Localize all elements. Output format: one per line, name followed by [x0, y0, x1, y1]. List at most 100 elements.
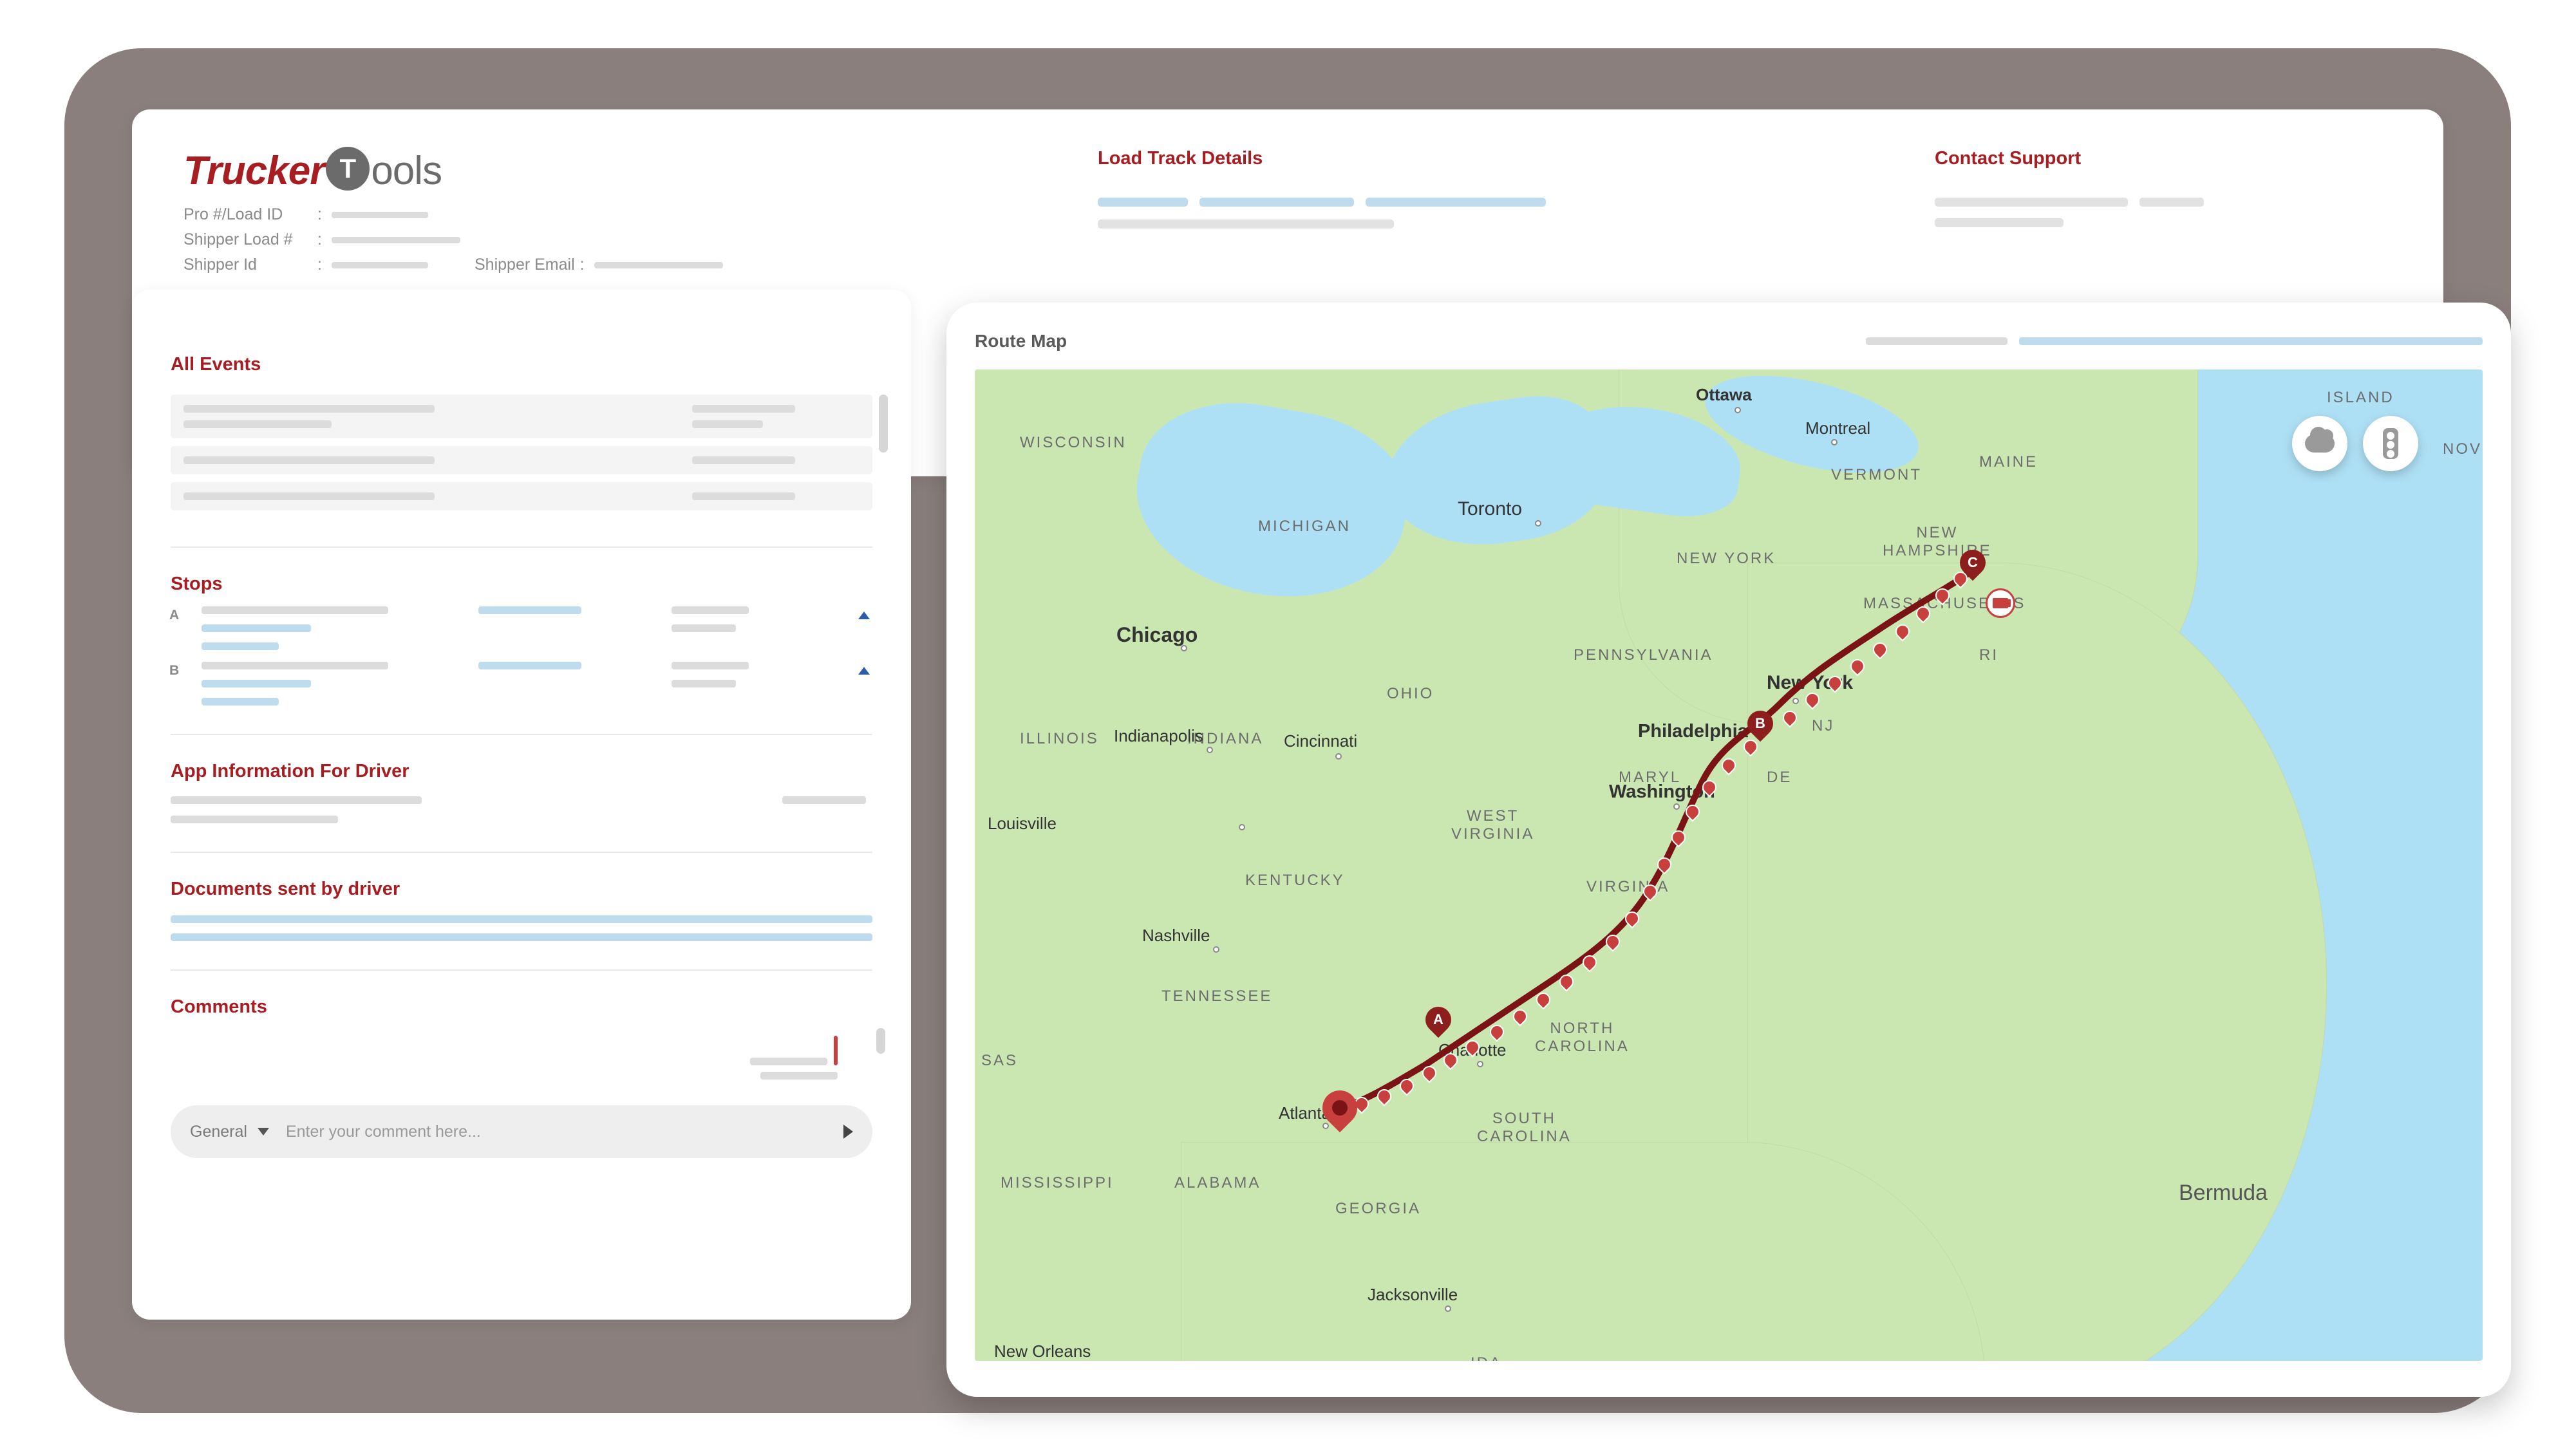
- placeholder-bar: [171, 796, 422, 804]
- map-label: MICHIGAN: [1258, 518, 1351, 536]
- map-label: IDA: [1471, 1354, 1502, 1361]
- event-row[interactable]: [171, 446, 872, 474]
- meta-value-placeholder: [332, 212, 428, 218]
- contact-support-title: Contact Support: [1935, 148, 2282, 169]
- map-label: NJ: [1812, 717, 1834, 735]
- meta-colon: :: [317, 205, 326, 224]
- map-label: NOV: [2443, 440, 2482, 458]
- placeholder-bar: [171, 915, 872, 923]
- map-label: ALABAMA: [1174, 1174, 1261, 1192]
- stops-title: Stops: [171, 574, 872, 595]
- placeholder-bar: [202, 606, 388, 614]
- placeholder-bar: [183, 492, 435, 500]
- chevron-up-icon[interactable]: [858, 667, 870, 675]
- truck-position-icon[interactable]: [1986, 588, 2015, 618]
- stop-row-a[interactable]: A: [171, 606, 872, 650]
- comment-indicator: [834, 1036, 838, 1065]
- placeholder-bar: [692, 420, 763, 428]
- placeholder-bar: [171, 816, 338, 823]
- stop-row-b[interactable]: B: [171, 662, 872, 706]
- map-label: WEST VIRGINIA: [1451, 807, 1534, 843]
- placeholder-bar: [183, 456, 435, 464]
- comments-scrollbar[interactable]: [876, 1028, 885, 1054]
- city-dot: [1735, 407, 1741, 413]
- map-label: MAINE: [1979, 453, 2038, 471]
- comments-list[interactable]: [171, 1036, 872, 1080]
- contact-support: Contact Support: [1935, 148, 2282, 227]
- placeholder-bar: [478, 606, 581, 614]
- meta-colon: :: [317, 230, 326, 249]
- panel-all-events: All Events: [171, 328, 872, 548]
- meta-label: Shipper Load #: [183, 230, 312, 249]
- event-row[interactable]: [171, 482, 872, 510]
- map-label: TENNESSEE: [1161, 987, 1272, 1005]
- placeholder-bar: [1866, 337, 2007, 345]
- placeholder-bar: [672, 624, 736, 632]
- chevron-down-icon: [258, 1128, 269, 1136]
- placeholder-bar: [202, 624, 311, 632]
- map-label: MISSISSIPPI: [1001, 1174, 1114, 1192]
- panel-stops: Stops A B: [171, 548, 872, 735]
- map-label: DE: [1767, 769, 1792, 787]
- map-label: Toronto: [1458, 498, 1522, 520]
- comment-type-select[interactable]: General: [190, 1123, 269, 1141]
- placeholder-bar: [171, 933, 872, 941]
- placeholder-bar: [672, 662, 749, 669]
- comment-input-bar: General Enter your comment here...: [171, 1105, 872, 1158]
- route-map-title: Route Map: [975, 331, 1067, 351]
- placeholder-bar: [760, 1072, 838, 1080]
- panel-documents: Documents sent by driver: [171, 853, 872, 971]
- chevron-up-icon[interactable]: [858, 612, 870, 619]
- meta-label: Shipper Id: [183, 256, 312, 274]
- map-label: VERMONT: [1831, 466, 1922, 484]
- city-dot: [1792, 698, 1799, 704]
- placeholder-bar: [1098, 220, 1394, 229]
- placeholder-bar: [672, 680, 736, 687]
- meta-value-placeholder: [332, 262, 428, 268]
- events-scrollbar[interactable]: [879, 395, 888, 453]
- meta-value-placeholder: [594, 262, 723, 268]
- map-label: Nashville: [1142, 926, 1210, 946]
- map-label: ILLINOIS: [1020, 730, 1099, 748]
- city-dot: [1673, 803, 1680, 810]
- map-label: PENNSYLVANIA: [1574, 646, 1713, 664]
- events-list[interactable]: [171, 395, 872, 510]
- placeholder-bar: [1935, 198, 2128, 207]
- placeholder-bar: [692, 456, 795, 464]
- logo-text-trucker: Trucker: [183, 148, 324, 194]
- panel-comments: Comments General Enter your comment here…: [171, 971, 872, 1186]
- map-label: Bermuda: [2179, 1181, 2268, 1206]
- send-icon[interactable]: [843, 1125, 853, 1139]
- meta-value-placeholder: [332, 237, 460, 243]
- comment-text-input[interactable]: Enter your comment here...: [286, 1123, 827, 1141]
- documents-title: Documents sent by driver: [171, 879, 872, 900]
- placeholder-bar: [183, 420, 332, 428]
- traffic-layer-button[interactable]: [2363, 416, 2418, 471]
- event-row[interactable]: [171, 395, 872, 438]
- weather-layer-button[interactable]: [2292, 416, 2347, 471]
- map-label: SAS: [981, 1052, 1018, 1070]
- map-label: NEW YORK: [1677, 550, 1776, 568]
- map-viewport[interactable]: WISCONSIN MICHIGAN ILLINOIS INDIANA OHIO…: [975, 369, 2483, 1361]
- all-events-title: All Events: [171, 354, 872, 375]
- map-label: NORTH CAROLINA: [1535, 1020, 1630, 1056]
- comment-type-label: General: [190, 1123, 247, 1141]
- placeholder-bar: [2019, 337, 2483, 345]
- placeholder-bar: [750, 1058, 827, 1065]
- meta-shipper-id: Shipper Id : Shipper Email :: [183, 256, 2392, 274]
- logo-text-ools: ools: [371, 148, 442, 194]
- placeholder-bar: [692, 405, 795, 413]
- map-label: OHIO: [1387, 685, 1434, 703]
- city-dot: [1445, 1305, 1451, 1312]
- city-dot: [1535, 520, 1541, 527]
- traffic-light-icon: [2383, 428, 2398, 459]
- map-label: Chicago: [1116, 623, 1198, 647]
- map-label: ISLAND: [2327, 389, 2394, 407]
- logo-badge-icon: T: [326, 147, 370, 191]
- placeholder-bar: [202, 662, 388, 669]
- cloud-icon: [2305, 435, 2335, 453]
- map-label: New Orleans: [994, 1341, 1091, 1361]
- city-dot: [1831, 439, 1838, 445]
- placeholder-bar: [1098, 198, 1188, 207]
- city-dot: [1239, 824, 1245, 830]
